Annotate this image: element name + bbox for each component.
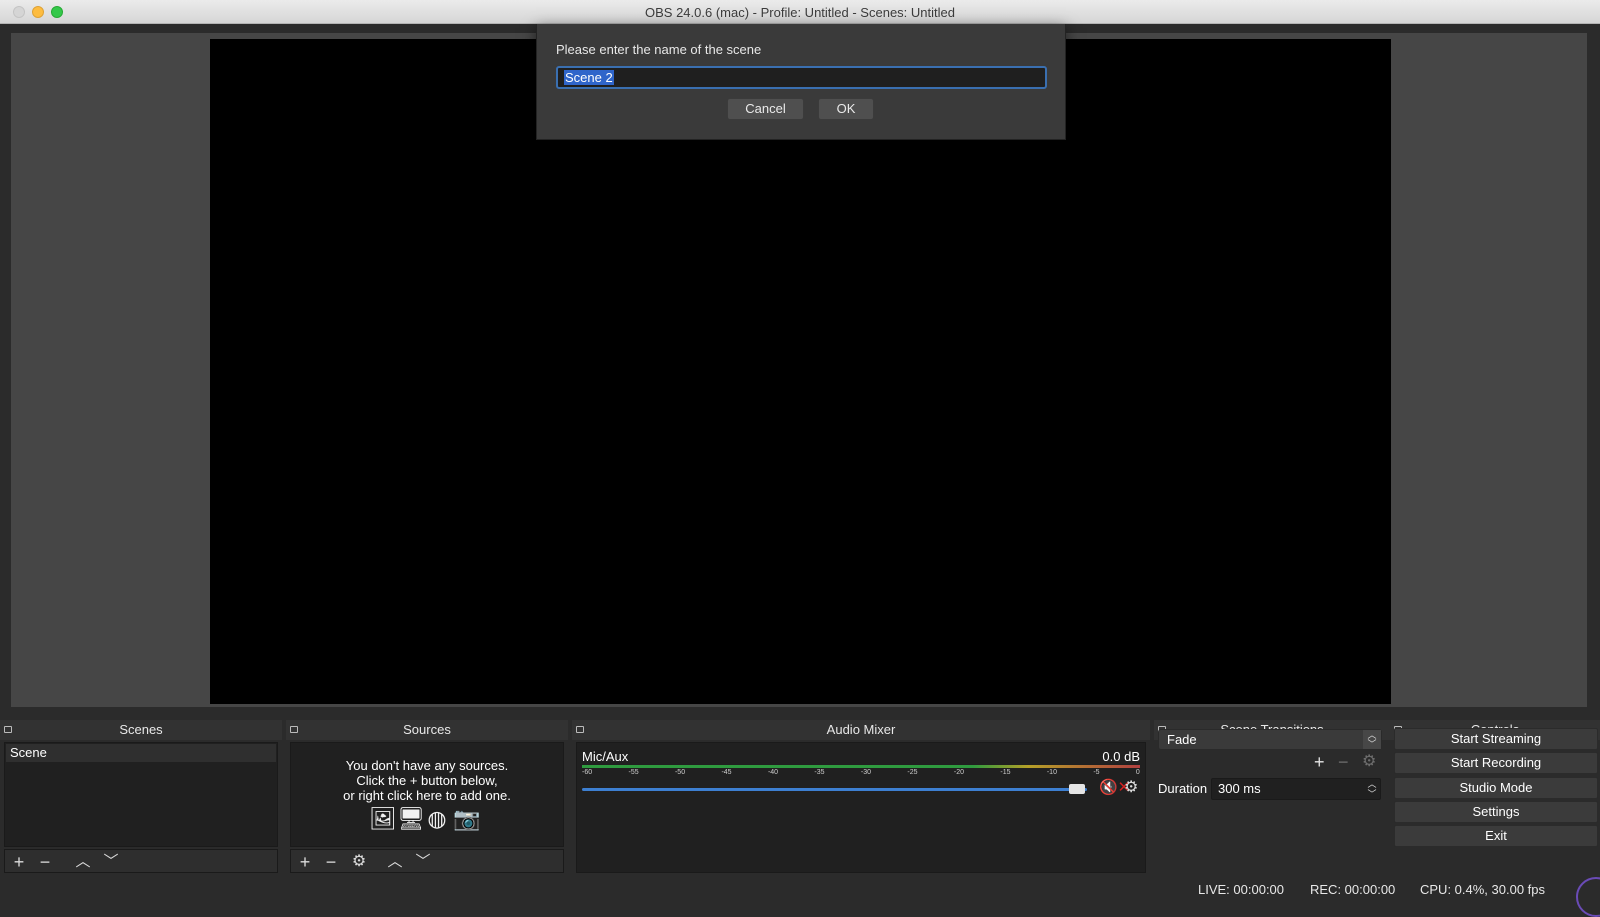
window-title: OBS 24.0.6 (mac) - Profile: Untitled - S…: [645, 5, 955, 20]
meter-tick-label: -35: [814, 769, 825, 776]
status-bar: LIVE: 00:00:00 REC: 00:00:00 CPU: 0.4%, …: [0, 875, 1600, 905]
duration-stepper-icon[interactable]: ︿ ﹀: [1364, 779, 1380, 799]
move-up-icon[interactable]: ︿: [73, 853, 93, 871]
meter-tick-label: -10: [1046, 769, 1057, 776]
image-icon: 🖼: [369, 806, 397, 831]
meter-ticks: -60 -55 -50 -45 -40 -35 -30 -25 -20 -15 -10 -5 0: [582, 769, 1140, 779]
meter-tick-label: -20: [953, 769, 964, 776]
dialog-prompt: Please enter the name of the scene: [556, 42, 762, 57]
scenes-title: Scenes: [119, 722, 163, 737]
empty-line-2: Click the + button below,: [356, 773, 498, 788]
camera-icon: 📷: [453, 806, 481, 831]
title-bar: OBS 24.0.6 (mac) - Profile: Untitled - S…: [0, 0, 1600, 24]
meter-tick-label: -55: [628, 769, 639, 776]
scene-transitions-dock: Scene Transitions Fade ︿﹀ + − ⚙ Duration…: [1154, 720, 1390, 873]
start-streaming-button[interactable]: Start Streaming: [1394, 728, 1598, 750]
source-properties-gear-icon[interactable]: ⚙: [349, 853, 369, 871]
add-scene-icon[interactable]: +: [9, 853, 29, 871]
display-icon: 🖥: [397, 806, 425, 831]
remove-transition-icon[interactable]: −: [1338, 753, 1349, 771]
float-dock-icon[interactable]: [576, 726, 584, 733]
meter-tick-label: -50: [674, 769, 686, 776]
scenes-dock: Scenes Scene + − ︿ ﹀: [0, 720, 282, 873]
start-recording-button[interactable]: Start Recording: [1394, 752, 1598, 774]
meter-tick-label: -40: [767, 769, 779, 776]
move-up-icon[interactable]: ︿: [385, 853, 405, 871]
meter-tick-label: -25: [907, 769, 918, 776]
globe-icon: ◍: [427, 806, 447, 831]
live-status: LIVE: 00:00:00: [1198, 882, 1285, 897]
add-source-icon[interactable]: +: [295, 853, 315, 871]
remove-source-icon[interactable]: −: [321, 853, 341, 871]
sources-title: Sources: [403, 722, 451, 737]
transition-tools: + − ⚙: [1314, 753, 1384, 773]
scenes-toolbar: + − ︿ ﹀: [4, 849, 278, 873]
channel-label: Mic/Aux: [582, 749, 629, 764]
sources-empty-message: You don't have any sources. Click the + …: [291, 758, 563, 803]
transition-select-value: Fade: [1167, 732, 1197, 747]
empty-line-3: or right click here to add one.: [343, 788, 511, 803]
meter-tick-label: -5: [1093, 769, 1100, 776]
channel-db: 0.0 dB: [1102, 749, 1140, 764]
audio-settings-gear-icon[interactable]: ⚙: [1124, 779, 1138, 797]
duration-label: Duration: [1158, 781, 1208, 796]
meter-tick-label: -45: [721, 769, 732, 776]
meter-tick-label: 0: [1135, 769, 1140, 776]
transition-properties-gear-icon[interactable]: ⚙: [1362, 753, 1376, 771]
controls-dock: Controls Start Streaming Start Recording…: [1390, 720, 1600, 873]
float-dock-icon[interactable]: [290, 726, 298, 733]
settings-button[interactable]: Settings: [1394, 801, 1598, 823]
add-transition-icon[interactable]: +: [1314, 753, 1325, 771]
sources-dock: Sources You don't have any sources. Clic…: [286, 720, 568, 873]
scene-list-item[interactable]: Scene: [6, 744, 276, 762]
float-dock-icon[interactable]: [4, 726, 12, 733]
cpu-status: CPU: 0.4%, 30.00 fps: [1420, 882, 1546, 897]
volume-slider[interactable]: [582, 788, 1087, 791]
meter-tick-label: -30: [860, 769, 872, 776]
studio-mode-button[interactable]: Studio Mode: [1394, 777, 1598, 799]
source-type-icons: 🖼 🖥 ◍ 📷: [369, 806, 481, 833]
duration-value: 300 ms: [1218, 781, 1261, 796]
ok-button[interactable]: OK: [818, 98, 874, 120]
scene-name-dialog: Please enter the name of the scene Scene…: [536, 24, 1066, 140]
transition-select[interactable]: Fade ︿ ﹀: [1158, 729, 1382, 750]
move-down-icon[interactable]: ﹀: [101, 853, 121, 871]
volume-slider-handle[interactable]: [1068, 784, 1085, 794]
exit-button[interactable]: Exit: [1394, 825, 1598, 847]
cancel-button[interactable]: Cancel: [727, 98, 804, 120]
audio-mixer-dock: Audio Mixer Mic/Aux 0.0 dB -60 -55 -50 -45-…: [572, 720, 1150, 873]
audio-mixer-header: Audio Mixer: [572, 720, 1150, 740]
duration-input[interactable]: 300 ms ︿ ﹀: [1211, 778, 1381, 800]
rec-status: REC: 00:00:00: [1310, 882, 1396, 897]
sources-list[interactable]: You don't have any sources. Click the + …: [290, 742, 564, 847]
audio-mixer-body: Mic/Aux 0.0 dB -60 -55 -50 -45 -40 -35 -30 -25-…: [576, 742, 1146, 873]
move-down-icon[interactable]: ﹀: [413, 853, 433, 871]
scene-name-input[interactable]: Scene 2: [556, 66, 1047, 89]
empty-line-1: You don't have any sources.: [345, 758, 509, 773]
remove-scene-icon[interactable]: −: [35, 853, 55, 871]
scenes-header: Scenes: [0, 720, 282, 740]
scene-name-value: Scene 2: [564, 70, 614, 85]
audio-mixer-title: Audio Mixer: [826, 722, 896, 737]
volume-meter: [582, 765, 1140, 768]
meter-tick-label: -60: [582, 769, 593, 776]
select-arrows-icon: ︿ ﹀: [1363, 730, 1381, 749]
scenes-list[interactable]: Scene: [4, 742, 278, 847]
sources-header: Sources: [286, 720, 568, 740]
sources-toolbar: + − ⚙ ︿ ﹀: [290, 849, 564, 873]
meter-tick-label: -15: [1000, 769, 1011, 776]
